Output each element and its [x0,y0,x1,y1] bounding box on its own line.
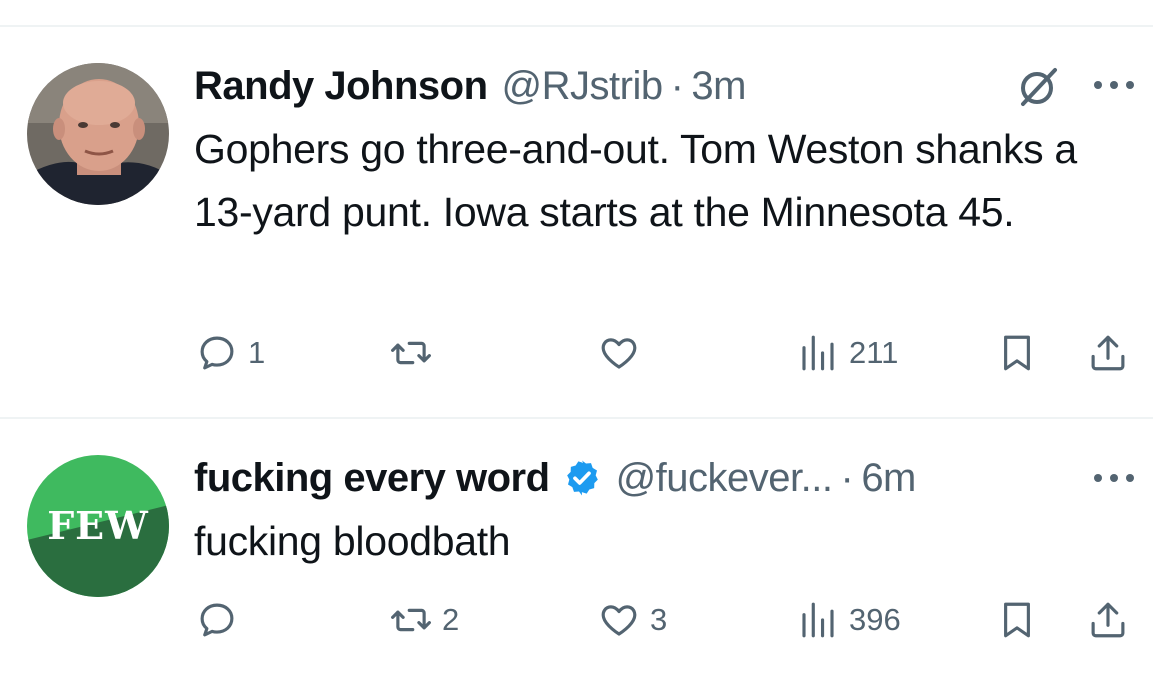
retweet-icon [391,608,431,632]
like-button[interactable] [598,331,650,375]
avatar-text: FEW [47,502,149,548]
retweet-button[interactable]: 2 [390,598,459,642]
reply-count: 1 [248,335,266,370]
heart-icon [601,605,637,636]
reply-icon [200,336,234,370]
tweet-header: Randy Johnson @RJstrib · 3m [194,59,746,113]
retweet-count: 2 [442,602,460,637]
bookmark-icon [1004,335,1030,371]
timestamp[interactable]: 6m [861,456,916,501]
view-count: 211 [849,335,899,370]
bookmark-button[interactable] [996,598,1038,642]
author-handle[interactable]: @fuckever... [616,456,833,501]
retweet-icon [391,341,431,365]
views-button[interactable]: 396 [797,598,901,642]
like-button[interactable]: 3 [598,598,667,642]
tweet-text: Gophers go three-and-out. Tom Weston sha… [194,126,1077,235]
views-chart-icon [802,602,834,638]
more-options-icon[interactable] [1090,468,1138,488]
share-button[interactable] [1087,331,1129,375]
avatar[interactable] [27,63,169,205]
tweet-text: fucking bloodbath [194,518,511,564]
verified-badge-icon [566,460,598,496]
reply-button[interactable]: 1 [196,331,265,375]
grok-icon[interactable] [1013,64,1061,112]
author-name[interactable]: fucking every word [194,456,550,501]
retweet-button[interactable] [390,331,442,375]
tweet-actions: 1 211 [0,331,1153,375]
reply-icon [200,603,234,637]
top-divider [0,25,1153,27]
share-icon [1091,335,1125,371]
tweet-divider [0,417,1153,419]
tweet-actions: 2 3 396 [0,598,1153,642]
author-name[interactable]: Randy Johnson [194,64,488,109]
heart-icon [601,338,637,369]
separator-dot: · [670,63,684,108]
share-icon [1091,602,1125,638]
author-handle[interactable]: @RJstrib [502,64,664,109]
separator-dot: · [840,455,854,500]
profile-photo-icon [27,63,169,205]
like-count: 3 [650,602,668,637]
timestamp[interactable]: 3m [691,64,746,109]
tweet-header: fucking every word @fuckever... · 6m [194,451,916,505]
more-options-icon[interactable] [1090,75,1138,95]
views-button[interactable]: 211 [797,331,898,375]
view-count: 396 [849,602,901,637]
views-chart-icon [802,335,834,371]
share-button[interactable] [1087,598,1129,642]
bookmark-icon [1004,602,1030,638]
bookmark-button[interactable] [996,331,1038,375]
reply-button[interactable] [196,598,248,642]
